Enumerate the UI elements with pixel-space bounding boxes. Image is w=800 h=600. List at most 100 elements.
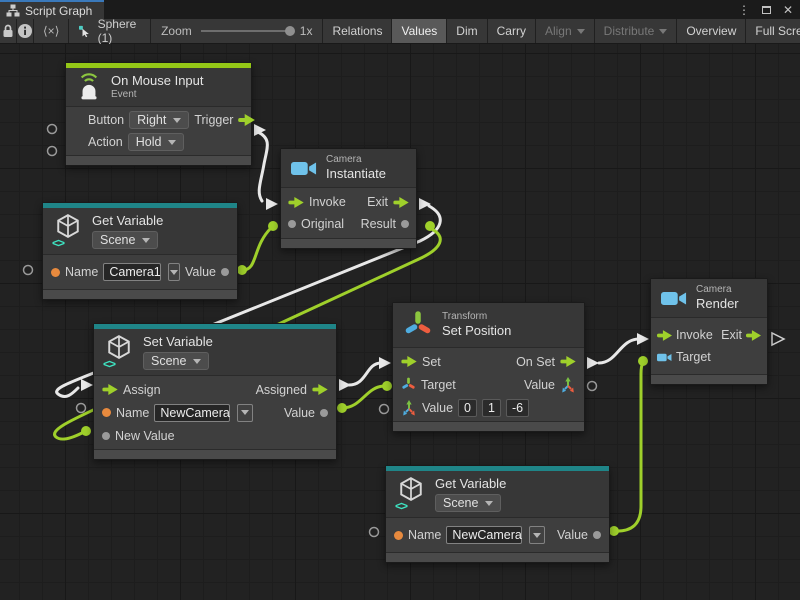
- name-picker-button[interactable]: [237, 404, 253, 422]
- zoom-level: 1x: [300, 24, 313, 38]
- info-icon: [17, 23, 33, 39]
- port-arrow: [266, 198, 278, 210]
- unconnected-port: [48, 147, 57, 156]
- exit-output-port[interactable]: [393, 197, 409, 208]
- node-title: On Mouse Input: [111, 73, 204, 89]
- name-label: Name: [408, 528, 441, 542]
- overview-button[interactable]: Overview: [677, 19, 746, 43]
- values-button[interactable]: Values: [392, 19, 447, 43]
- node-camera-render[interactable]: Camera Render Invoke Exit Target: [650, 278, 768, 385]
- camera-port-icon[interactable]: [657, 352, 672, 363]
- name-picker-button[interactable]: [529, 526, 545, 544]
- node-on-mouse-input[interactable]: On Mouse Input Event Button Right Trigge…: [65, 62, 252, 166]
- port-arrow: [81, 379, 93, 391]
- node-title: Instantiate: [326, 166, 386, 182]
- chevron-down-icon: [577, 29, 585, 34]
- invoke-input-port[interactable]: [657, 330, 672, 341]
- code-view-glyph: ⟨×⟩: [43, 24, 59, 38]
- transform-icon: [403, 310, 433, 340]
- original-input-port[interactable]: [288, 220, 296, 228]
- button-label: Button: [88, 113, 124, 127]
- info-button[interactable]: [17, 19, 34, 43]
- value-out-label: Value: [524, 378, 555, 392]
- node-camera-instantiate[interactable]: Camera Instantiate Invoke Exit Original: [280, 148, 417, 249]
- kebab-menu-icon[interactable]: ⋮: [736, 2, 752, 18]
- zoom-slider-handle[interactable]: [285, 26, 295, 36]
- zoom-slider[interactable]: [201, 30, 291, 32]
- node-header: Camera Instantiate: [281, 149, 416, 188]
- value-in-label: Value: [422, 401, 453, 415]
- graph-icon: [6, 4, 20, 17]
- node-title: Set Position: [442, 323, 511, 339]
- full-screen-button[interactable]: Full Screen: [746, 19, 800, 43]
- maximize-icon[interactable]: [758, 2, 774, 18]
- node-title: Get Variable: [435, 476, 506, 492]
- result-output-port[interactable]: [401, 220, 409, 228]
- name-field[interactable]: NewCamera: [446, 526, 522, 544]
- vector3-port-icon[interactable]: [560, 377, 576, 393]
- node-title: Get Variable: [92, 213, 163, 229]
- transform-port-icon[interactable]: [401, 377, 416, 392]
- target-label: Target: [421, 378, 456, 392]
- scope-dropdown[interactable]: Scene: [92, 231, 158, 249]
- wire-trigger-to-invoke: [258, 132, 267, 201]
- code-view-button[interactable]: ⟨×⟩: [34, 19, 69, 43]
- chevron-down-icon: [193, 359, 201, 364]
- lock-button[interactable]: [0, 19, 17, 43]
- vector3-port-icon[interactable]: [401, 400, 417, 416]
- chevron-down-icon: [173, 118, 181, 123]
- name-input-port[interactable]: [102, 408, 111, 417]
- button-dropdown[interactable]: Right: [129, 111, 189, 129]
- assign-input-port[interactable]: [102, 384, 118, 395]
- vector-y-field[interactable]: 1: [482, 399, 501, 417]
- name-field[interactable]: NewCamera: [154, 404, 230, 422]
- name-picker-button[interactable]: [168, 263, 180, 281]
- scope-dropdown[interactable]: Scene: [143, 352, 209, 370]
- distribute-dropdown[interactable]: Distribute: [595, 19, 678, 43]
- port-dot: [609, 526, 619, 536]
- node-footer: [393, 421, 584, 431]
- unconnected-port: [370, 528, 379, 537]
- node-get-variable-camera1[interactable]: <> Get Variable Scene Name Camera1 Value: [42, 202, 238, 300]
- selection-cursor-icon: [79, 24, 90, 39]
- tab-script-graph[interactable]: Script Graph: [0, 0, 104, 19]
- value-output-port[interactable]: [593, 531, 601, 539]
- trigger-output-port[interactable]: [238, 114, 255, 126]
- align-dropdown[interactable]: Align: [536, 19, 595, 43]
- vector-x-field[interactable]: 0: [458, 399, 477, 417]
- graph-canvas[interactable]: On Mouse Input Event Button Right Trigge…: [0, 44, 800, 600]
- wire-camera1-to-original: [242, 228, 271, 270]
- invoke-label: Invoke: [309, 195, 346, 209]
- node-set-variable[interactable]: <> Set Variable Scene Assign Assigned: [93, 323, 337, 460]
- name-field[interactable]: Camera1: [103, 263, 161, 281]
- port-dot: [237, 265, 247, 275]
- node-subtitle: Event: [111, 89, 204, 101]
- node-transform-set-position[interactable]: Transform Set Position Set On Set Target: [392, 302, 585, 432]
- wire-newcamera-to-target: [614, 362, 643, 531]
- assigned-output-port[interactable]: [312, 384, 328, 395]
- close-icon[interactable]: ✕: [780, 2, 796, 18]
- chevron-down-icon: [533, 533, 541, 538]
- invoke-label: Invoke: [676, 328, 713, 342]
- unconnected-port: [588, 382, 597, 391]
- invoke-input-port[interactable]: [288, 197, 304, 208]
- value-output-port[interactable]: [320, 409, 328, 417]
- on-set-output-port[interactable]: [560, 356, 576, 367]
- node-header: Camera Render: [651, 279, 767, 318]
- dim-button[interactable]: Dim: [447, 19, 487, 43]
- vector-z-field[interactable]: -6: [506, 399, 529, 417]
- action-dropdown[interactable]: Hold: [128, 133, 185, 151]
- port-dot: [382, 381, 392, 391]
- name-input-port[interactable]: [394, 531, 403, 540]
- value-output-port[interactable]: [221, 268, 229, 276]
- relations-button[interactable]: Relations: [323, 19, 392, 43]
- node-get-variable-newcamera[interactable]: <> Get Variable Scene Name NewCamera Val…: [385, 465, 610, 563]
- carry-button[interactable]: Carry: [488, 19, 536, 43]
- port-arrow: [379, 357, 391, 369]
- scope-dropdown[interactable]: Scene: [435, 494, 501, 512]
- new-value-input-port[interactable]: [102, 432, 110, 440]
- set-input-port[interactable]: [401, 356, 417, 367]
- name-input-port[interactable]: [51, 268, 60, 277]
- exit-output-port[interactable]: [746, 330, 761, 341]
- script-graph-window: Script Graph ⋮ ✕ ⟨×⟩ Sphere (1) Zoom: [0, 0, 800, 600]
